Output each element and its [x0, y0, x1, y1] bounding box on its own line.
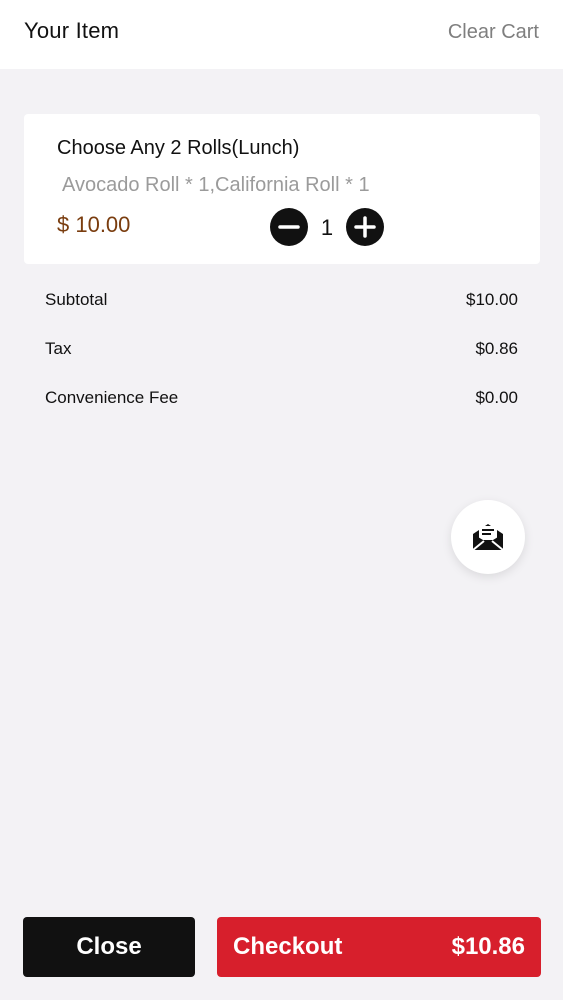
subtotal-label: Subtotal [45, 290, 108, 309]
subtotal-value: $10.00 [466, 290, 518, 309]
item-name: Choose Any 2 Rolls(Lunch) [57, 137, 300, 159]
message-button[interactable] [451, 500, 525, 574]
page-title: Your Item [24, 18, 120, 43]
plus-icon [354, 216, 376, 238]
fee-row: Convenience Fee $0.00 [45, 384, 518, 433]
checkout-total: $10.86 [451, 933, 525, 960]
order-summary: Subtotal $10.00 Tax $0.86 Convenience Fe… [45, 286, 518, 433]
quantity-value: 1 [320, 215, 334, 240]
item-options: Avocado Roll * 1,California Roll * 1 [62, 174, 370, 196]
item-price: $ 10.00 [57, 212, 131, 237]
close-button-label: Close [76, 933, 142, 960]
checkout-button[interactable]: Checkout $10.86 [217, 917, 541, 977]
checkout-button-label: Checkout [233, 933, 343, 960]
tax-row: Tax $0.86 [45, 335, 518, 384]
mail-icon [472, 524, 504, 551]
fee-label: Convenience Fee [45, 388, 179, 407]
close-button[interactable]: Close [23, 917, 195, 977]
increase-quantity-button[interactable] [346, 208, 384, 246]
tax-label: Tax [45, 339, 72, 358]
subtotal-row: Subtotal $10.00 [45, 286, 518, 335]
clear-cart-button[interactable]: Clear Cart [448, 21, 539, 44]
minus-icon [278, 225, 300, 229]
quantity-stepper: 1 [270, 208, 384, 246]
decrease-quantity-button[interactable] [270, 208, 308, 246]
header: Your Item Clear Cart [0, 0, 563, 69]
cart-item-card: Choose Any 2 Rolls(Lunch) Avocado Roll *… [24, 114, 540, 264]
tax-value: $0.86 [475, 339, 518, 358]
fee-value: $0.00 [475, 388, 518, 407]
